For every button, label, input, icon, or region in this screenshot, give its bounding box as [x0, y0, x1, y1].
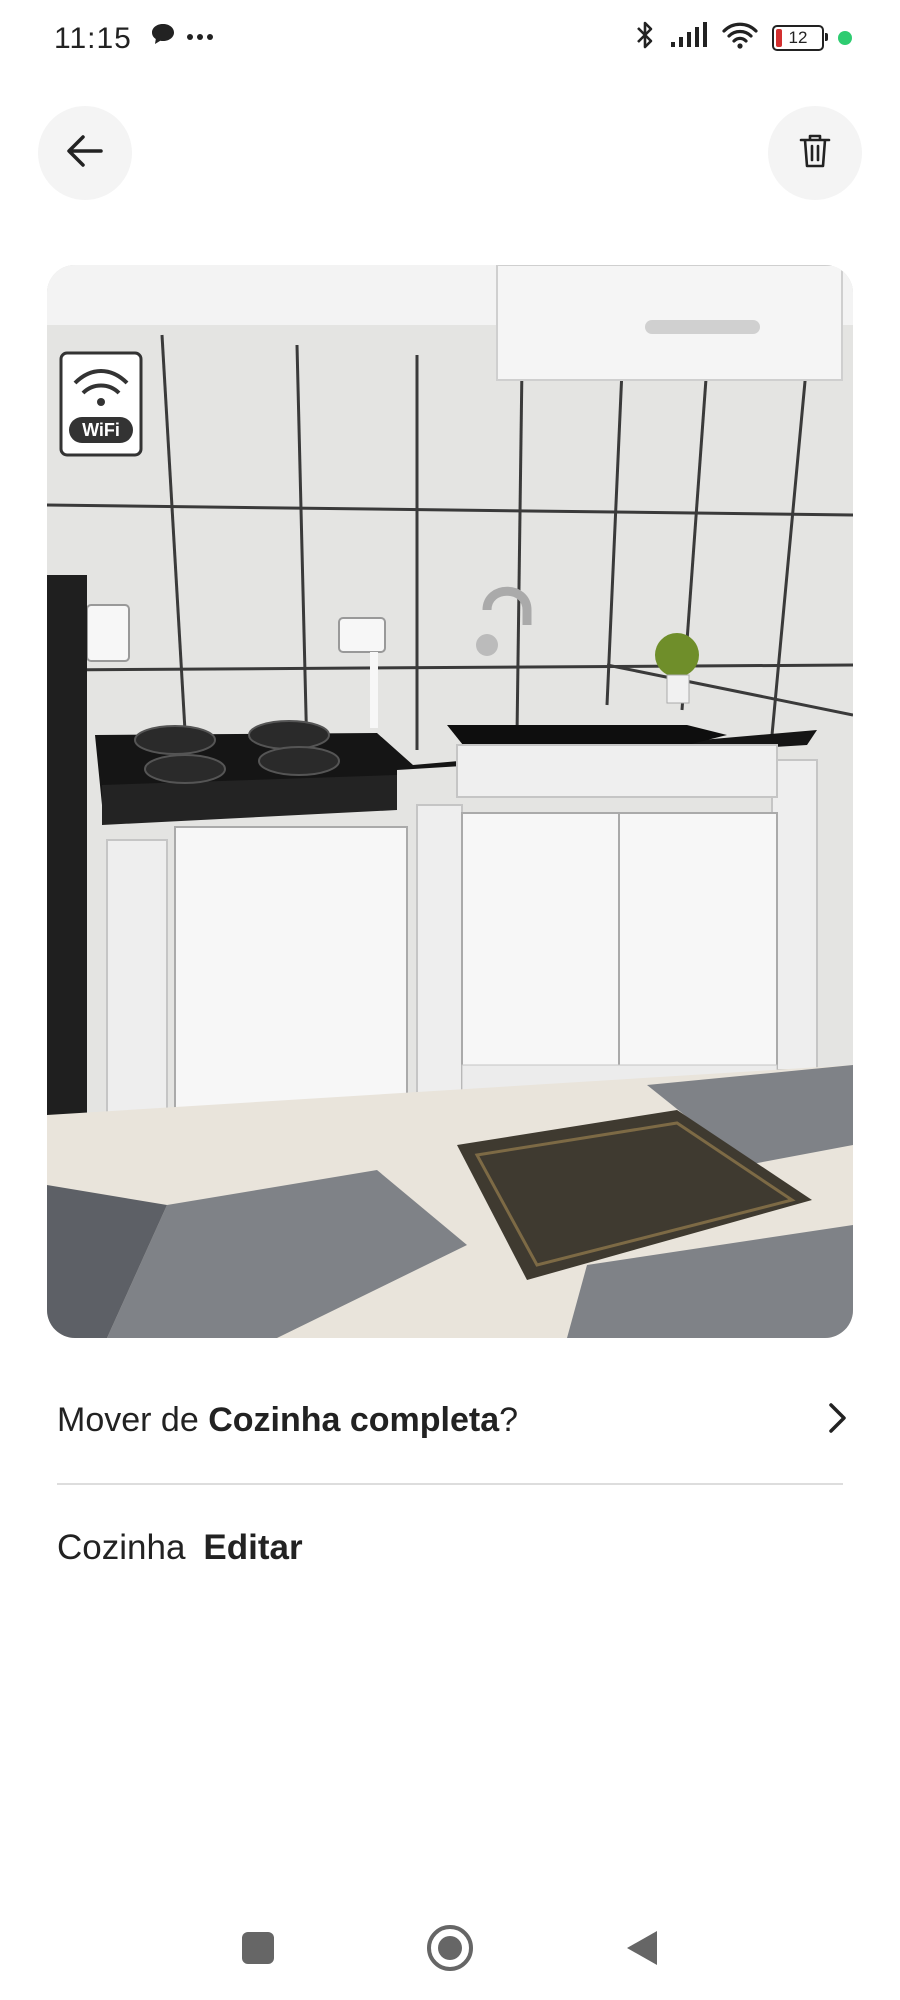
- battery-icon: 12: [772, 24, 828, 51]
- bluetooth-icon: [634, 20, 656, 55]
- battery-level: 12: [788, 27, 808, 47]
- room-photo[interactable]: WiFi: [47, 265, 853, 1338]
- back-nav-button[interactable]: [612, 1920, 672, 1980]
- arrow-left-icon: [66, 134, 104, 173]
- delete-button[interactable]: [768, 106, 862, 200]
- room-name: Cozinha: [57, 1528, 186, 1567]
- move-room-name: Cozinha completa: [208, 1400, 500, 1439]
- move-from-text: Mover de Cozinha completa?: [57, 1401, 518, 1440]
- chevron-right-icon: [827, 1402, 847, 1439]
- more-dots-icon: [186, 28, 214, 46]
- wifi-sign-text: WiFi: [82, 420, 120, 440]
- wifi-icon: [722, 21, 758, 54]
- room-row: Cozinha Editar: [57, 1508, 303, 1588]
- home-icon: [426, 1924, 474, 1977]
- move-from-room-row[interactable]: Mover de Cozinha completa?: [57, 1380, 847, 1460]
- home-button[interactable]: [420, 1920, 480, 1980]
- privacy-dot-icon: [838, 30, 852, 45]
- status-bar: 11:15 12: [0, 0, 900, 80]
- signal-icon: [670, 22, 708, 53]
- divider: [57, 1483, 843, 1485]
- chat-bubble-icon: [150, 22, 176, 51]
- wifi-sign: WiFi: [59, 351, 143, 457]
- navigation-bar: [0, 1900, 900, 2000]
- status-time: 11:15: [54, 22, 132, 55]
- edit-button[interactable]: Editar: [203, 1528, 302, 1568]
- recents-button[interactable]: [228, 1920, 288, 1980]
- back-icon: [625, 1929, 659, 1972]
- move-prefix: Mover de: [57, 1400, 209, 1439]
- move-suffix: ?: [499, 1400, 519, 1439]
- trash-icon: [799, 133, 831, 174]
- back-button[interactable]: [38, 106, 132, 200]
- recents-icon: [241, 1931, 275, 1970]
